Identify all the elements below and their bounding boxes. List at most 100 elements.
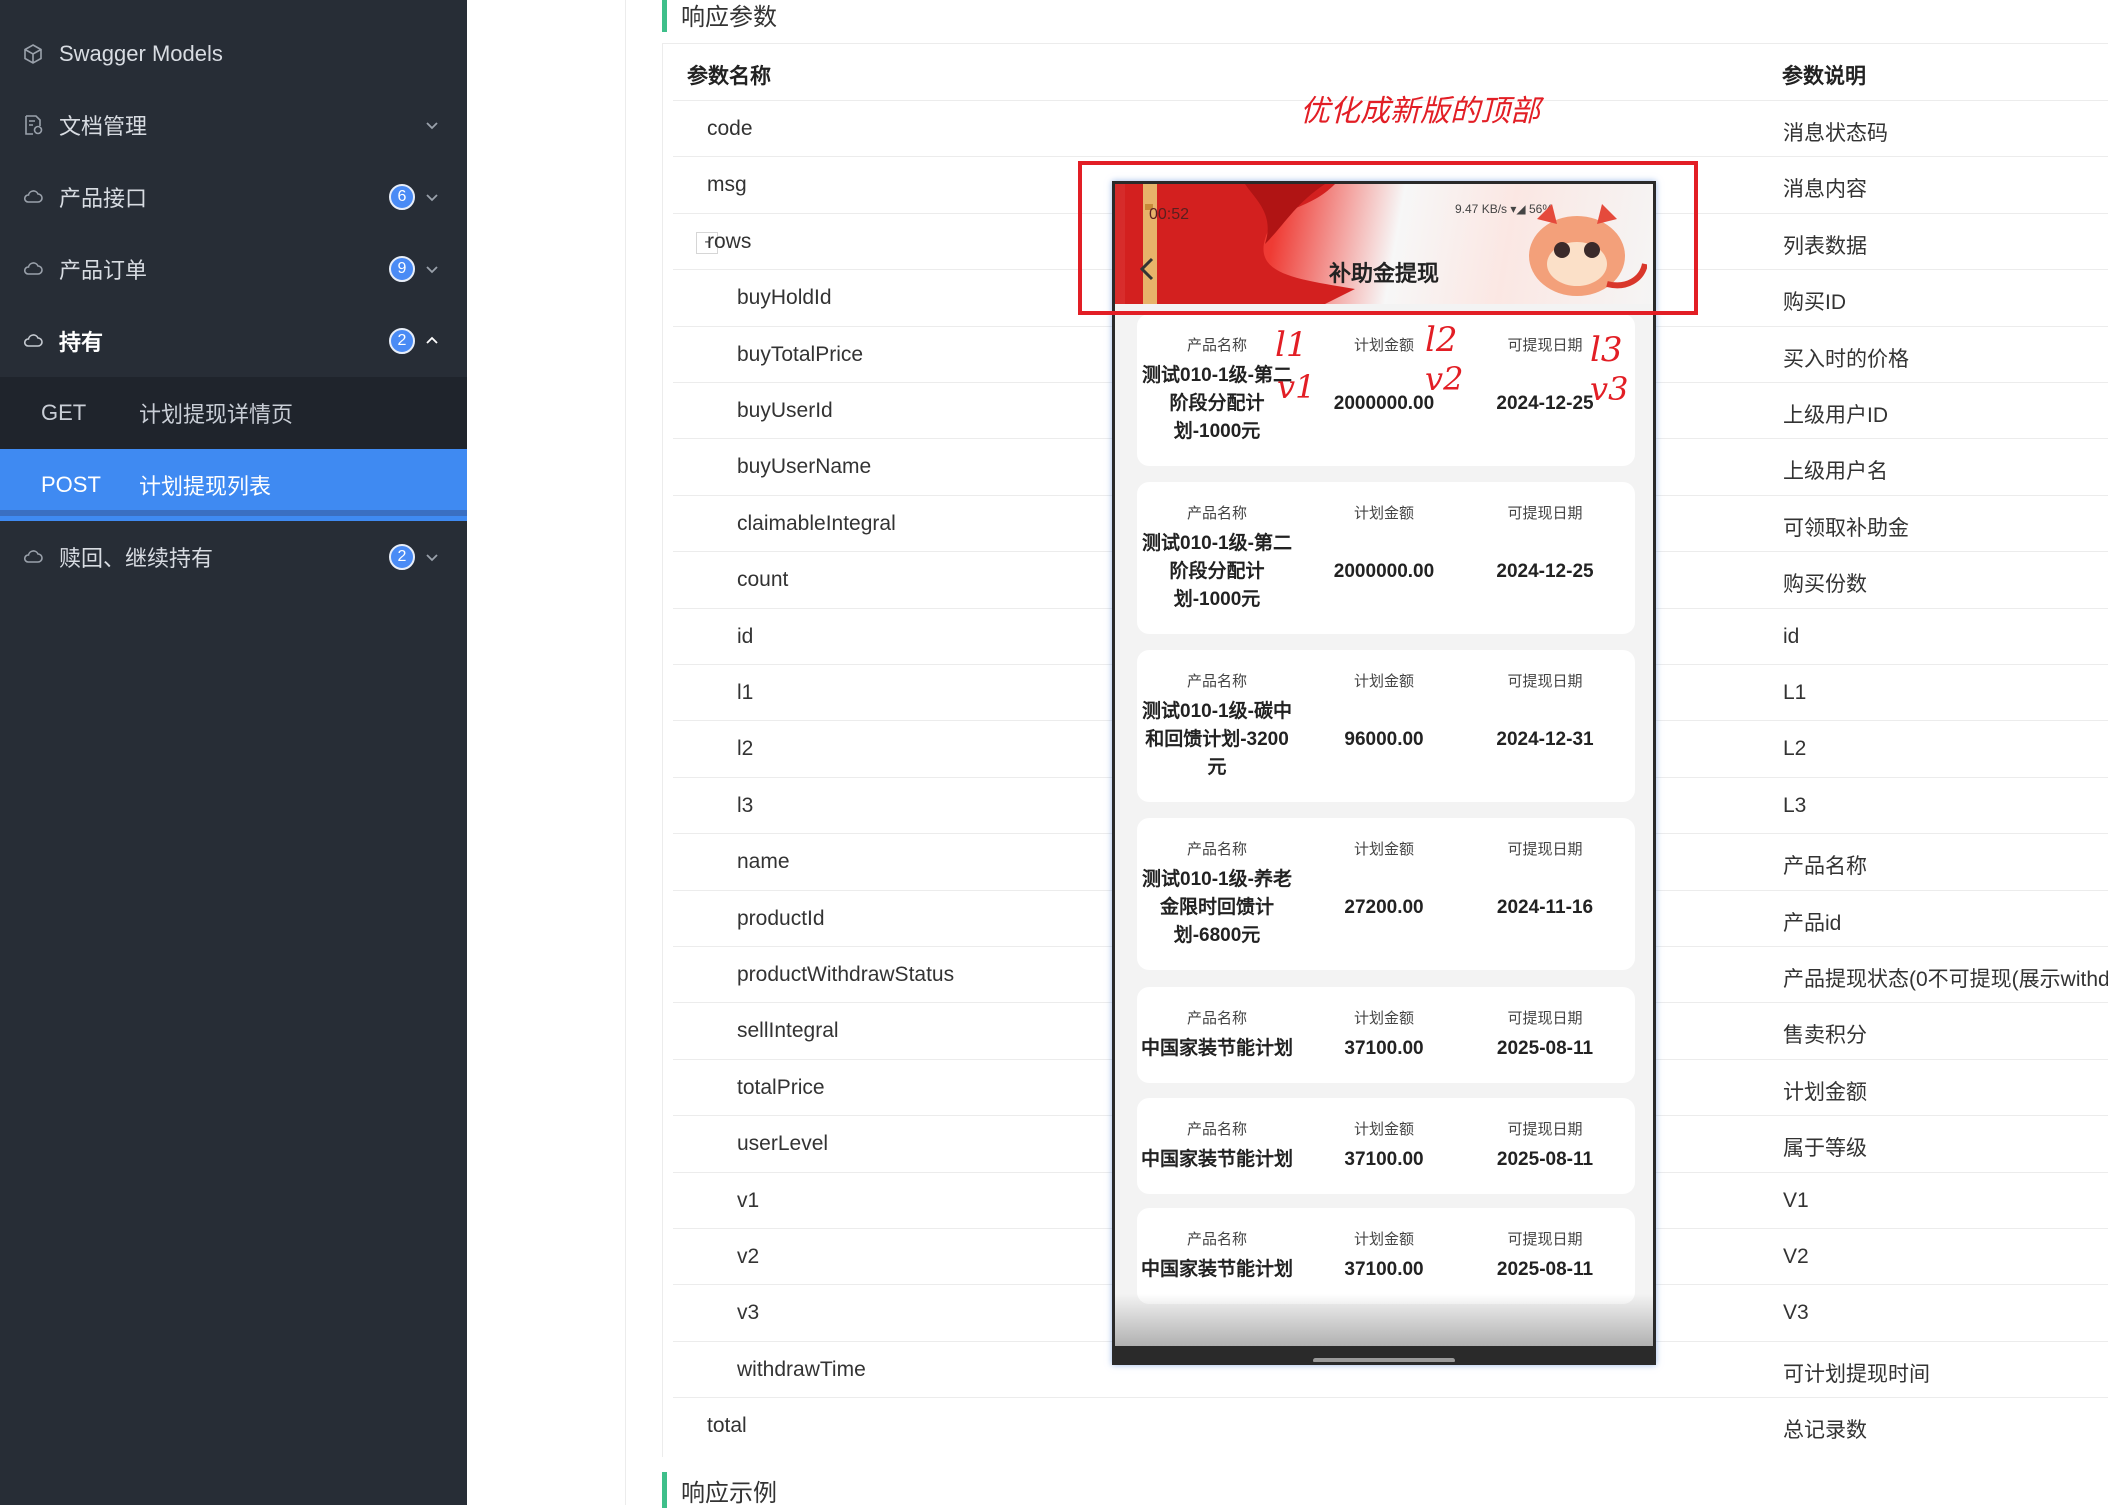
param-name: buyHoldId — [737, 286, 832, 310]
annotation-note: 优化成新版的顶部 — [1300, 94, 1540, 129]
param-desc: V1 — [1783, 1188, 1809, 1212]
header-param-desc: 参数说明 — [1782, 65, 1866, 88]
param-name: buyTotalPrice — [737, 342, 864, 366]
param-name: rows — [707, 229, 752, 253]
param-desc: 消息内容 — [1783, 178, 1867, 202]
param-name: productId — [737, 906, 825, 930]
sidebar-item-doc-management[interactable]: 文档管理 — [0, 89, 467, 161]
count-badge: 6 — [389, 184, 415, 210]
param-name: id — [737, 624, 754, 648]
phone-screenshot: 00:52 9.47 KB/s ▾◢ 56% 补助金提现 产品名称 计划金额 可提现… — [1112, 181, 1656, 1365]
card-field-label: 产品名称 — [1186, 505, 1247, 522]
card-field-label: 可提现日期 — [1507, 841, 1583, 858]
chevron-down-icon — [423, 116, 441, 134]
param-name: claimableIntegral — [737, 511, 896, 535]
withdraw-card[interactable]: 产品名称 计划金额 可提现日期 测试010-1级-第二阶段分配计划-1000元 2000… — [1137, 482, 1635, 634]
card-field-label: 产品名称 — [1186, 673, 1247, 690]
param-name: l1 — [737, 681, 754, 704]
card-name: 测试010-1级-养老金限时回馈计划-6800元 — [1142, 869, 1292, 946]
param-desc: 产品id — [1783, 911, 1842, 935]
param-desc: V3 — [1783, 1301, 1809, 1325]
card-field-label: 可提现日期 — [1507, 1010, 1583, 1027]
withdraw-card[interactable]: 产品名称 计划金额 可提现日期 测试010-1级-第二阶段分配计划-1000元 2000… — [1137, 314, 1635, 466]
card-field-label: 计划金额 — [1353, 1010, 1414, 1027]
sidebar-item-product-api[interactable]: 产品接口 6 — [0, 161, 467, 233]
withdraw-card[interactable]: 产品名称 计划金额 可提现日期 测试010-1级-养老金限时回馈计划-6800元 272… — [1137, 818, 1635, 970]
param-name: v1 — [737, 1188, 760, 1212]
annotation-v3: v3 — [1590, 370, 1629, 408]
withdraw-card[interactable]: 产品名称 计划金额 可提现日期 中国家装节能计划 37100.00 2025-08-11 — [1137, 987, 1635, 1083]
content-divider — [625, 0, 626, 1505]
card-name: 测试010-1级-第二阶段分配计划-1000元 — [1142, 533, 1292, 610]
param-desc: 产品名称 — [1783, 855, 1867, 879]
sidebar-item-product-orders[interactable]: 产品订单 9 — [0, 233, 467, 305]
http-method: POST — [41, 472, 101, 497]
card-field-label: 产品名称 — [1186, 1010, 1247, 1027]
chevron-down-icon — [423, 260, 441, 278]
withdraw-card[interactable]: 产品名称 计划金额 可提现日期 测试010-1级-碳中和回馈计划-3200元 96000… — [1137, 650, 1635, 802]
param-desc: L1 — [1783, 681, 1807, 704]
withdraw-card[interactable]: 产品名称 计划金额 可提现日期 中国家装节能计划 37100.00 2025-08-11 — [1137, 1098, 1635, 1194]
sidebar-subitem-get-detail[interactable]: GET 计划提现详情页 — [0, 377, 467, 449]
card-amount: 37100.00 — [1344, 1259, 1424, 1280]
param-desc: 计划金额 — [1783, 1080, 1867, 1104]
section-response-example: 响应示例 — [662, 1472, 777, 1508]
param-name: count — [737, 568, 789, 592]
param-desc: 买入时的价格 — [1783, 347, 1909, 371]
annotation-l1: l1 — [1275, 325, 1308, 365]
card-name: 测试010-1级-碳中和回馈计划-3200元 — [1142, 701, 1292, 778]
card-field-label: 计划金额 — [1353, 1121, 1414, 1138]
card-date: 2024-12-31 — [1496, 729, 1594, 750]
header-param-name: 参数名称 — [687, 65, 771, 88]
param-name: v3 — [737, 1301, 760, 1325]
param-name: productWithdrawStatus — [737, 963, 955, 986]
home-indicator[interactable] — [1313, 1358, 1455, 1362]
param-desc: 上级用户ID — [1783, 404, 1888, 427]
active-underline — [0, 510, 467, 516]
param-name: msg — [707, 173, 747, 197]
param-name: total — [707, 1414, 747, 1438]
param-desc: 列表数据 — [1783, 234, 1867, 258]
card-field-label: 计划金额 — [1353, 1231, 1414, 1248]
param-desc: 售卖积分 — [1783, 1024, 1867, 1048]
card-field-label: 产品名称 — [1186, 841, 1247, 858]
param-name: l3 — [737, 793, 754, 817]
section-title: 响应示例 — [681, 1479, 777, 1507]
card-field-label: 可提现日期 — [1507, 505, 1583, 522]
section-title: 响应参数 — [681, 3, 777, 31]
card-field-label: 产品名称 — [1186, 337, 1247, 354]
sidebar-item-swagger-models[interactable]: Swagger Models — [0, 18, 467, 90]
cloud-icon — [22, 186, 44, 208]
param-name: l2 — [737, 737, 754, 761]
param-desc: V2 — [1783, 1245, 1809, 1268]
param-name: totalPrice — [737, 1075, 825, 1099]
card-amount: 2000000.00 — [1333, 561, 1435, 582]
card-amount: 96000.00 — [1344, 729, 1424, 750]
card-date: 2025-08-11 — [1496, 1038, 1594, 1059]
card-name: 中国家装节能计划 — [1140, 1259, 1293, 1280]
card-amount: 27200.00 — [1344, 897, 1424, 918]
chevron-down-icon — [423, 548, 441, 566]
card-date: 2025-08-11 — [1496, 1149, 1594, 1170]
cloud-icon — [22, 330, 44, 352]
sidebar-item-label: 产品订单 — [59, 258, 148, 283]
param-desc: 可计划提现时间 — [1783, 1362, 1930, 1386]
sidebar-subitem-label: 计划提现详情页 — [139, 402, 294, 427]
card-name: 中国家装节能计划 — [1140, 1149, 1293, 1170]
section-accent-bar — [662, 0, 667, 32]
card-date: 2024-12-25 — [1496, 561, 1594, 582]
sidebar-item-redeem[interactable]: 赎回、继续持有 2 — [0, 521, 467, 593]
annotation-v1: v1 — [1277, 368, 1316, 406]
card-name: 中国家装节能计划 — [1140, 1038, 1293, 1059]
param-desc: 上级用户名 — [1783, 460, 1888, 484]
card-date: 2025-08-11 — [1496, 1259, 1594, 1280]
card-field-label: 可提现日期 — [1507, 1121, 1583, 1138]
cube-icon — [22, 43, 44, 65]
annotation-v2: v2 — [1425, 360, 1464, 398]
sidebar-item-holding[interactable]: 持有 2 — [0, 305, 467, 377]
withdraw-card[interactable]: 产品名称 计划金额 可提现日期 中国家装节能计划 37100.00 2025-08-11 — [1137, 1208, 1635, 1304]
annotation-l2: l2 — [1425, 320, 1458, 360]
section-response-params: 响应参数 — [662, 0, 777, 32]
param-name: name — [737, 850, 790, 874]
param-desc: 购买ID — [1783, 291, 1846, 315]
